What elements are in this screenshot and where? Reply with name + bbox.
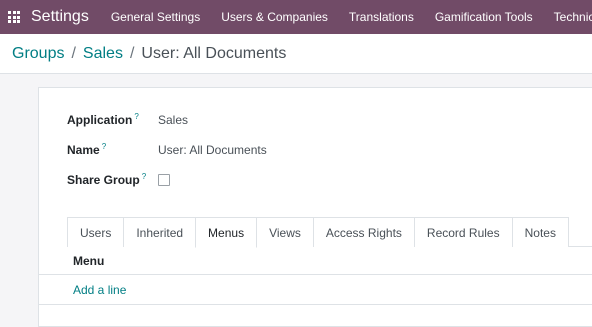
app-name[interactable]: Settings [31,8,89,26]
menu-gamification-tools[interactable]: Gamification Tools [435,10,533,24]
tab-record-rules[interactable]: Record Rules [413,217,513,247]
tab-users[interactable]: Users [67,217,125,247]
menu-general-settings[interactable]: General Settings [111,10,200,24]
help-tooltip-icon[interactable]: ? [134,112,138,121]
tab-views[interactable]: Views [256,217,314,247]
help-tooltip-icon[interactable]: ? [102,142,106,151]
name-label: Name? [67,142,107,157]
breadcrumb: Groups / Sales / User: All Documents [12,45,286,63]
breadcrumb-sales[interactable]: Sales [83,45,123,63]
tab-access-rights[interactable]: Access Rights [312,217,415,247]
tab-notes[interactable]: Notes [511,217,569,247]
name-value[interactable]: User: All Documents [158,143,267,157]
menu-users-companies[interactable]: Users & Companies [221,10,328,24]
breadcrumb-groups[interactable]: Groups [12,45,64,63]
form-sheet: Application? Sales Name? User: All Docum… [38,87,592,327]
help-tooltip-icon[interactable]: ? [142,172,146,181]
share-group-label: Share Group? [67,172,147,187]
application-label: Application? [67,112,139,127]
tab-inherited[interactable]: Inherited [123,217,197,247]
tab-menus[interactable]: Menus [195,217,258,248]
menus-list: Menu Add a line [39,247,592,305]
form-view: Application? Sales Name? User: All Docum… [0,74,592,327]
menu-technical[interactable]: Technical [554,10,592,24]
top-navbar: Settings General Settings Users & Compan… [0,0,592,34]
breadcrumb-separator: / [71,44,76,62]
column-header-menu[interactable]: Menu [39,247,592,275]
control-panel: Groups / Sales / User: All Documents [0,34,592,74]
name-field: Name? User: All Documents [67,142,267,157]
share-group-field: Share Group? [67,172,170,187]
notebook-tabs: Users Inherited Menus Views Access Right… [67,217,592,248]
breadcrumb-separator: / [129,44,135,62]
add-line-link[interactable]: Add a line [39,275,592,305]
application-value[interactable]: Sales [158,113,188,127]
application-field: Application? Sales [67,112,188,127]
menu-translations[interactable]: Translations [349,10,414,24]
breadcrumb-current: User: All Documents [141,44,287,62]
apps-grid-icon[interactable] [8,11,20,23]
share-group-checkbox[interactable] [158,173,170,186]
